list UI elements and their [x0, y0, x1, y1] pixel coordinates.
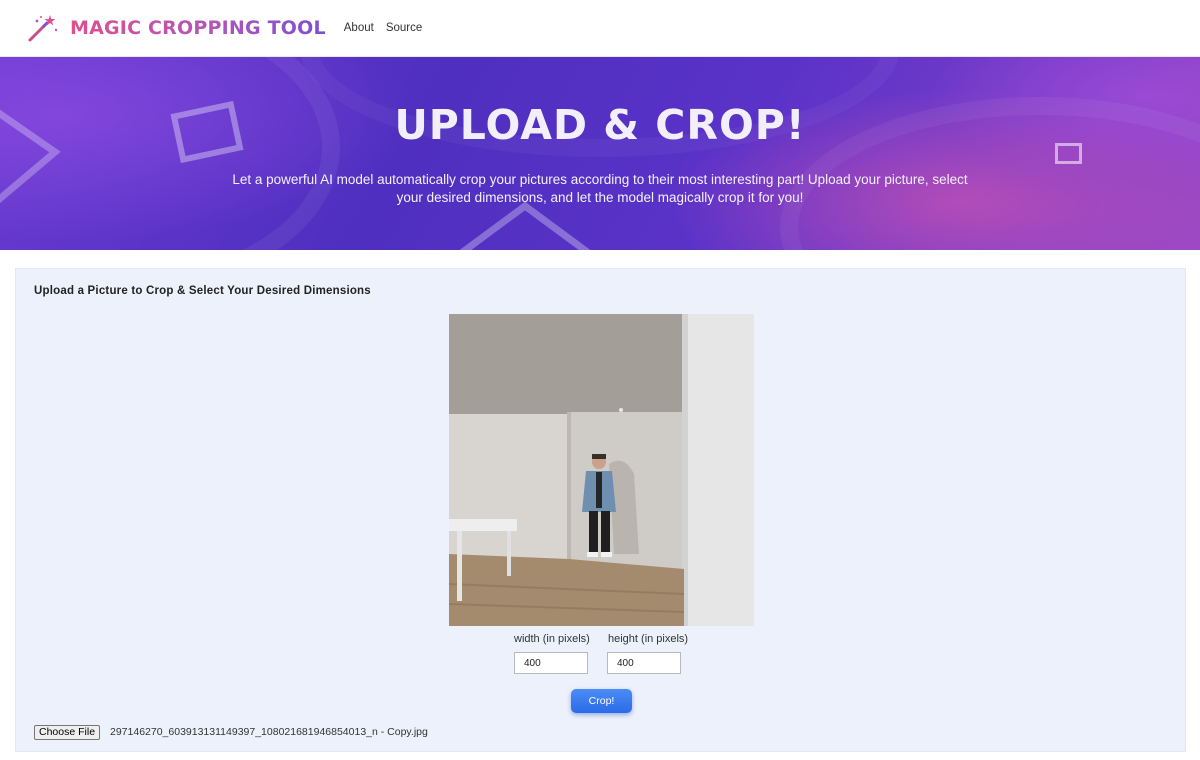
width-label: width (in pixels)	[514, 633, 590, 645]
hero-description: Let a powerful AI model automatically cr…	[232, 172, 968, 205]
upload-panel: Upload a Picture to Crop & Select Your D…	[15, 268, 1186, 752]
magic-wand-icon	[28, 15, 58, 42]
crop-button[interactable]: Crop!	[571, 689, 632, 713]
brand[interactable]: MAGIC CROPPING TOOL	[26, 13, 326, 43]
hero-title: UPLOAD & CROP!	[394, 101, 806, 149]
height-label: height (in pixels)	[608, 633, 689, 645]
selected-file-name: 297146270_603913131149397_10802168194685…	[110, 726, 428, 738]
hero-banner: UPLOAD & CROP! Let a powerful AI model a…	[0, 57, 1200, 250]
upload-heading: Upload a Picture to Crop & Select Your D…	[34, 285, 371, 297]
image-preview	[449, 314, 754, 626]
choose-file-button[interactable]: Choose File	[34, 725, 101, 740]
width-input[interactable]	[514, 652, 588, 674]
brand-title: MAGIC CROPPING TOOL	[70, 17, 326, 39]
navbar: MAGIC CROPPING TOOL About Source	[0, 0, 1200, 57]
nav-link-about[interactable]: About	[344, 22, 374, 34]
nav-link-source[interactable]: Source	[386, 22, 422, 34]
preview-photo	[449, 314, 754, 626]
height-input[interactable]	[607, 652, 681, 674]
